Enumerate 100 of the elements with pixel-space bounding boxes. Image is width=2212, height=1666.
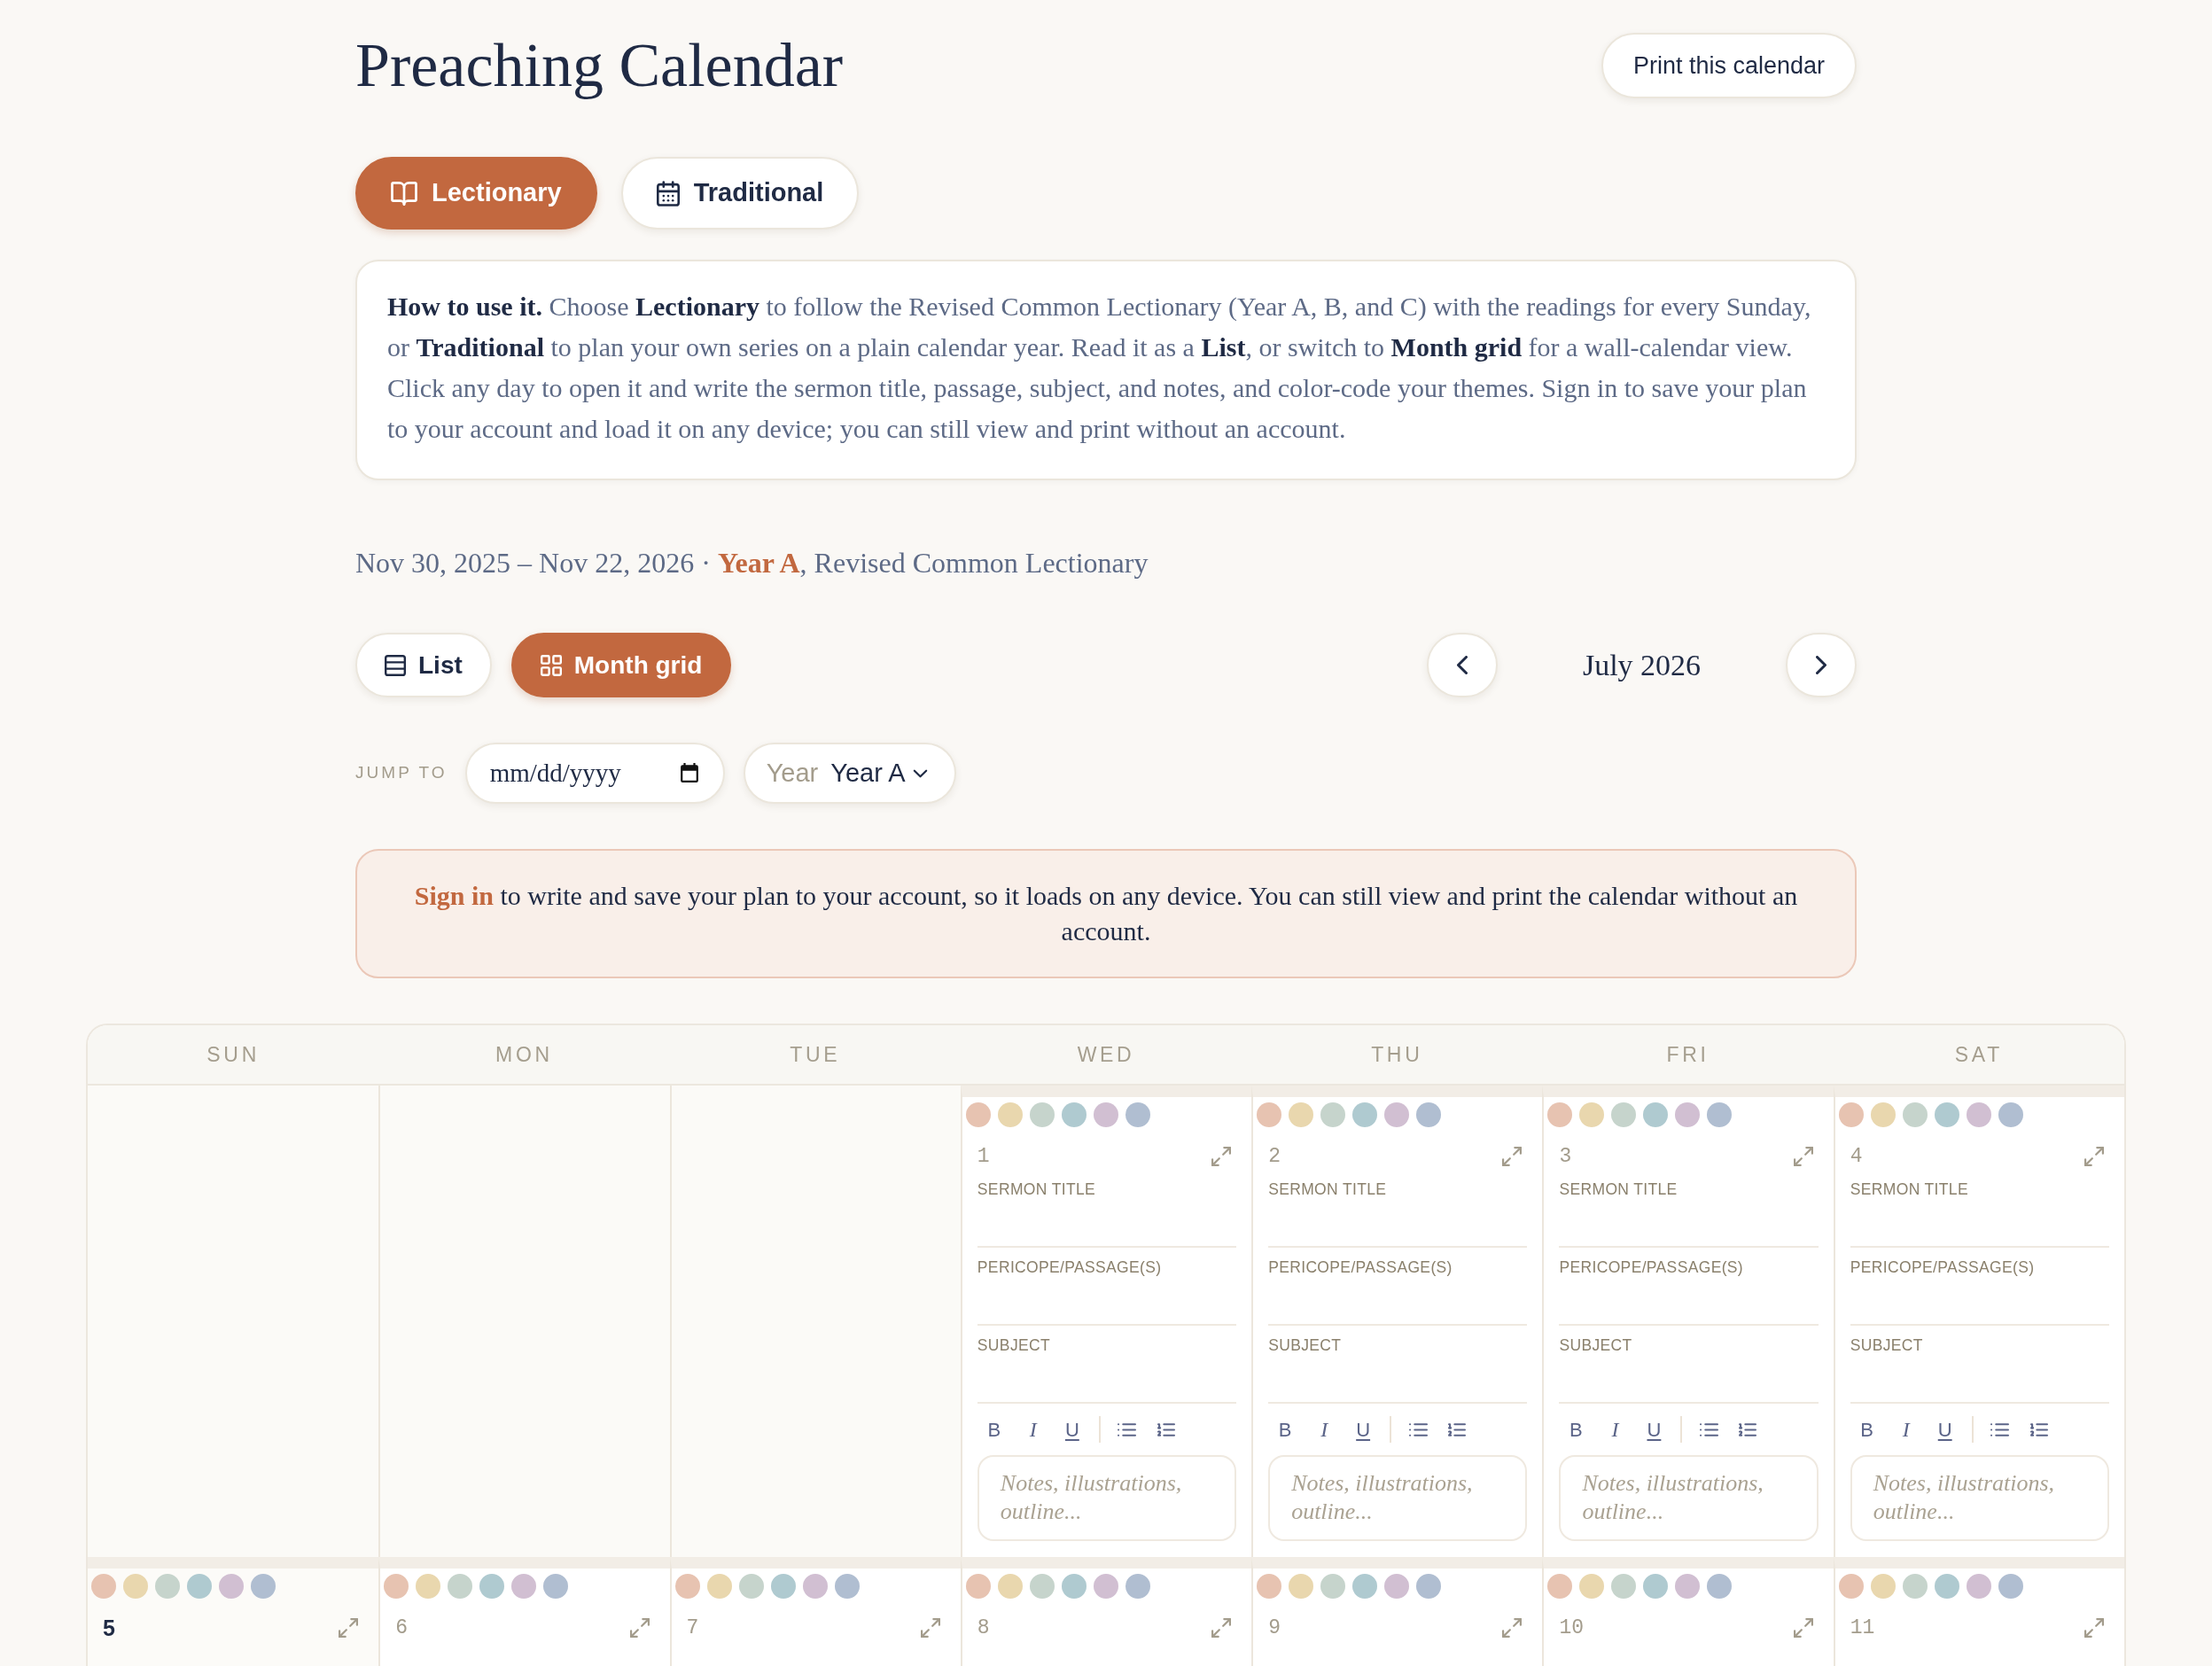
swatch-icon[interactable]	[1998, 1574, 2023, 1599]
mode-tab[interactable]: Traditional	[620, 157, 860, 230]
swatch-icon[interactable]	[1870, 1574, 1896, 1599]
italic-button[interactable]: I	[1886, 1413, 1926, 1445]
swatch-icon[interactable]	[1061, 1102, 1087, 1127]
bulleted-list-icon[interactable]	[1408, 1422, 1428, 1436]
swatch-icon[interactable]	[479, 1574, 505, 1599]
swatch-icon[interactable]	[1966, 1102, 1991, 1127]
expand-icon[interactable]	[2084, 1147, 2104, 1166]
date-field[interactable]: mm/dd/yyyy	[464, 743, 725, 804]
expand-icon[interactable]	[1211, 1618, 1232, 1638]
swatch-icon[interactable]	[1029, 1102, 1055, 1127]
swatch-icon[interactable]	[1416, 1574, 1442, 1599]
expand-icon[interactable]	[629, 1618, 650, 1638]
swatch-icon[interactable]	[1384, 1574, 1410, 1599]
print-button[interactable]: Print this calendar	[1601, 33, 1857, 98]
swatch-icon[interactable]	[738, 1574, 764, 1599]
expand-icon[interactable]	[920, 1618, 940, 1638]
day-cell[interactable]: 5	[88, 1557, 379, 1666]
year-select[interactable]: Year Year A	[743, 743, 956, 804]
swatch-icon[interactable]	[1384, 1102, 1410, 1127]
swatch-icon[interactable]	[1870, 1102, 1896, 1127]
calendar-icon[interactable]	[680, 763, 698, 782]
day-cell[interactable]: 2 SERMON TITLE PERICOPE/PASSAGE(S) SUBJECT B I U Notes, illustrations, outline...	[1251, 1086, 1543, 1557]
swatch-icon[interactable]	[1902, 1574, 1928, 1599]
bulleted-list-icon[interactable]	[1118, 1422, 1137, 1436]
italic-button[interactable]: I	[1013, 1413, 1053, 1445]
swatch-icon[interactable]	[1838, 1574, 1864, 1599]
day-cell[interactable]: 1 SERMON TITLE PERICOPE/PASSAGE(S) SUBJECT B I U Notes, illustrations, outline...	[960, 1086, 1252, 1557]
swatch-icon[interactable]	[1125, 1102, 1150, 1127]
swatch-icon[interactable]	[1934, 1102, 1959, 1127]
swatch-icon[interactable]	[1061, 1574, 1087, 1599]
expand-icon[interactable]	[1502, 1147, 1523, 1166]
swatch-icon[interactable]	[416, 1574, 441, 1599]
swatch-icon[interactable]	[448, 1574, 473, 1599]
notes-field[interactable]: Notes, illustrations, outline...	[1268, 1455, 1528, 1541]
swatch-icon[interactable]	[706, 1574, 732, 1599]
swatch-icon[interactable]	[251, 1574, 276, 1599]
swatch-icon[interactable]	[1579, 1574, 1605, 1599]
expand-icon[interactable]	[1793, 1618, 1813, 1638]
swatch-icon[interactable]	[1675, 1102, 1701, 1127]
swatch-icon[interactable]	[1125, 1574, 1150, 1599]
swatch-icon[interactable]	[1934, 1574, 1959, 1599]
swatch-icon[interactable]	[1289, 1102, 1314, 1127]
swatch-icon[interactable]	[1416, 1102, 1442, 1127]
swatch-icon[interactable]	[1643, 1102, 1669, 1127]
swatch-icon[interactable]	[1707, 1102, 1733, 1127]
swatch-icon[interactable]	[1320, 1102, 1346, 1127]
swatch-icon[interactable]	[1579, 1102, 1605, 1127]
swatch-icon[interactable]	[1320, 1574, 1346, 1599]
notes-field[interactable]: Notes, illustrations, outline...	[1559, 1455, 1819, 1541]
view-tab[interactable]: Month grid	[510, 633, 732, 697]
swatch-icon[interactable]	[1257, 1574, 1282, 1599]
swatch-icon[interactable]	[1966, 1574, 1991, 1599]
underline-button[interactable]: U	[1634, 1413, 1674, 1445]
sign-in-link[interactable]: Sign in	[414, 881, 494, 910]
numbered-list-icon[interactable]	[1157, 1422, 1175, 1436]
underline-button[interactable]: U	[1052, 1413, 1092, 1445]
swatch-icon[interactable]	[1643, 1574, 1669, 1599]
swatch-icon[interactable]	[91, 1574, 116, 1599]
swatch-icon[interactable]	[1611, 1102, 1637, 1127]
day-cell[interactable]: 4 SERMON TITLE PERICOPE/PASSAGE(S) SUBJECT B I U Notes, illustrations, outline...	[1833, 1086, 2124, 1557]
swatch-icon[interactable]	[543, 1574, 569, 1599]
swatch-icon[interactable]	[997, 1102, 1023, 1127]
bulleted-list-icon[interactable]	[1990, 1422, 2010, 1436]
numbered-list-icon[interactable]	[1739, 1422, 1757, 1436]
swatch-icon[interactable]	[965, 1574, 991, 1599]
bold-button[interactable]: B	[1556, 1413, 1596, 1445]
mode-tab[interactable]: Lectionary	[355, 157, 597, 230]
bulleted-list-icon[interactable]	[1699, 1422, 1718, 1436]
numbered-list-icon[interactable]	[2029, 1422, 2048, 1436]
day-cell[interactable]: 3 SERMON TITLE PERICOPE/PASSAGE(S) SUBJECT B I U Notes, illustrations, outline...	[1542, 1086, 1834, 1557]
swatch-icon[interactable]	[1547, 1102, 1573, 1127]
italic-button[interactable]: I	[1595, 1413, 1635, 1445]
swatch-icon[interactable]	[834, 1574, 860, 1599]
swatch-icon[interactable]	[1257, 1102, 1282, 1127]
swatch-icon[interactable]	[674, 1574, 700, 1599]
swatch-icon[interactable]	[1838, 1102, 1864, 1127]
swatch-icon[interactable]	[997, 1574, 1023, 1599]
bold-button[interactable]: B	[974, 1413, 1014, 1445]
swatch-icon[interactable]	[802, 1574, 828, 1599]
swatch-icon[interactable]	[511, 1574, 537, 1599]
underline-button[interactable]: U	[1344, 1413, 1383, 1445]
expand-icon[interactable]	[1793, 1147, 1813, 1166]
bold-button[interactable]: B	[1847, 1413, 1887, 1445]
swatch-icon[interactable]	[965, 1102, 991, 1127]
swatch-icon[interactable]	[1029, 1574, 1055, 1599]
bold-button[interactable]: B	[1266, 1413, 1305, 1445]
notes-field[interactable]: Notes, illustrations, outline...	[1850, 1455, 2109, 1541]
swatch-icon[interactable]	[1998, 1102, 2023, 1127]
swatch-icon[interactable]	[770, 1574, 796, 1599]
swatch-icon[interactable]	[1352, 1574, 1378, 1599]
swatch-icon[interactable]	[1289, 1574, 1314, 1599]
expand-icon[interactable]	[2084, 1618, 2104, 1638]
numbered-list-icon[interactable]	[1448, 1422, 1467, 1436]
swatch-icon[interactable]	[187, 1574, 212, 1599]
italic-button[interactable]: I	[1305, 1413, 1344, 1445]
swatch-icon[interactable]	[123, 1574, 148, 1599]
view-tab[interactable]: List	[355, 633, 492, 697]
expand-icon[interactable]	[1211, 1147, 1232, 1166]
